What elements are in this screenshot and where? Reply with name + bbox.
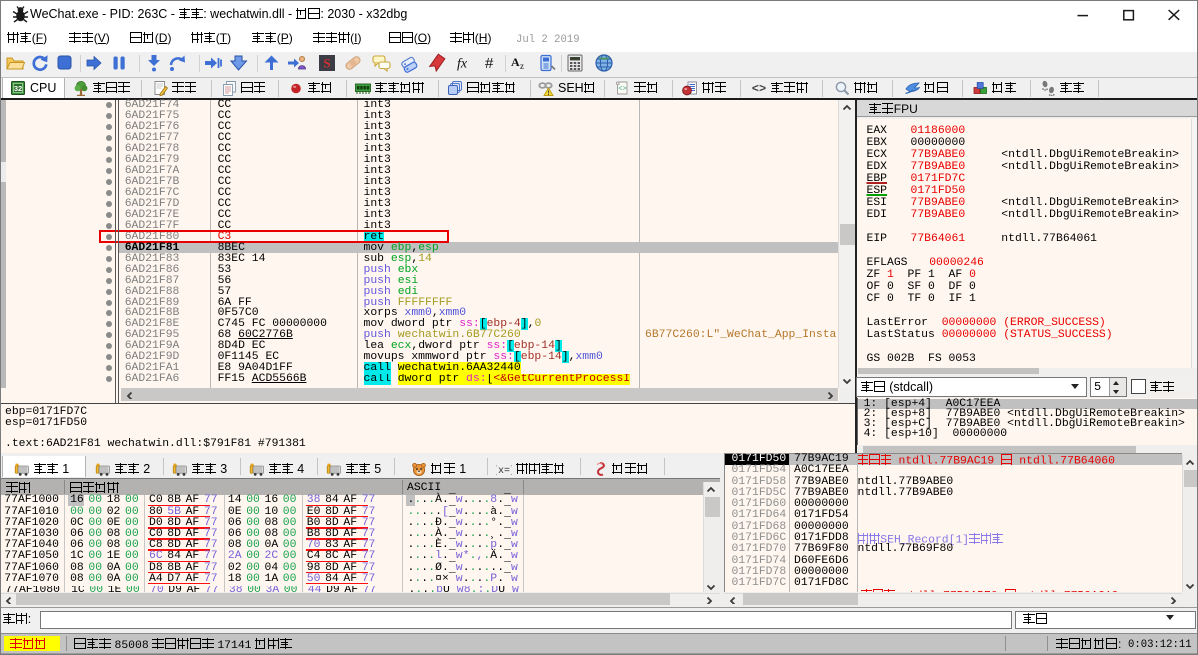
svg-text:#: # (485, 55, 494, 72)
svg-text:S: S (323, 56, 330, 71)
svg-text:<>: <> (618, 85, 626, 93)
svg-text:z: z (520, 61, 524, 71)
svg-text:A: A (511, 55, 520, 69)
svg-text:fx: fx (457, 57, 468, 72)
svg-text:32: 32 (14, 84, 22, 93)
svg-text:!: ! (547, 89, 549, 95)
svg-text:<>: <> (752, 82, 766, 96)
svg-text:[x=]: [x=] (496, 465, 512, 477)
